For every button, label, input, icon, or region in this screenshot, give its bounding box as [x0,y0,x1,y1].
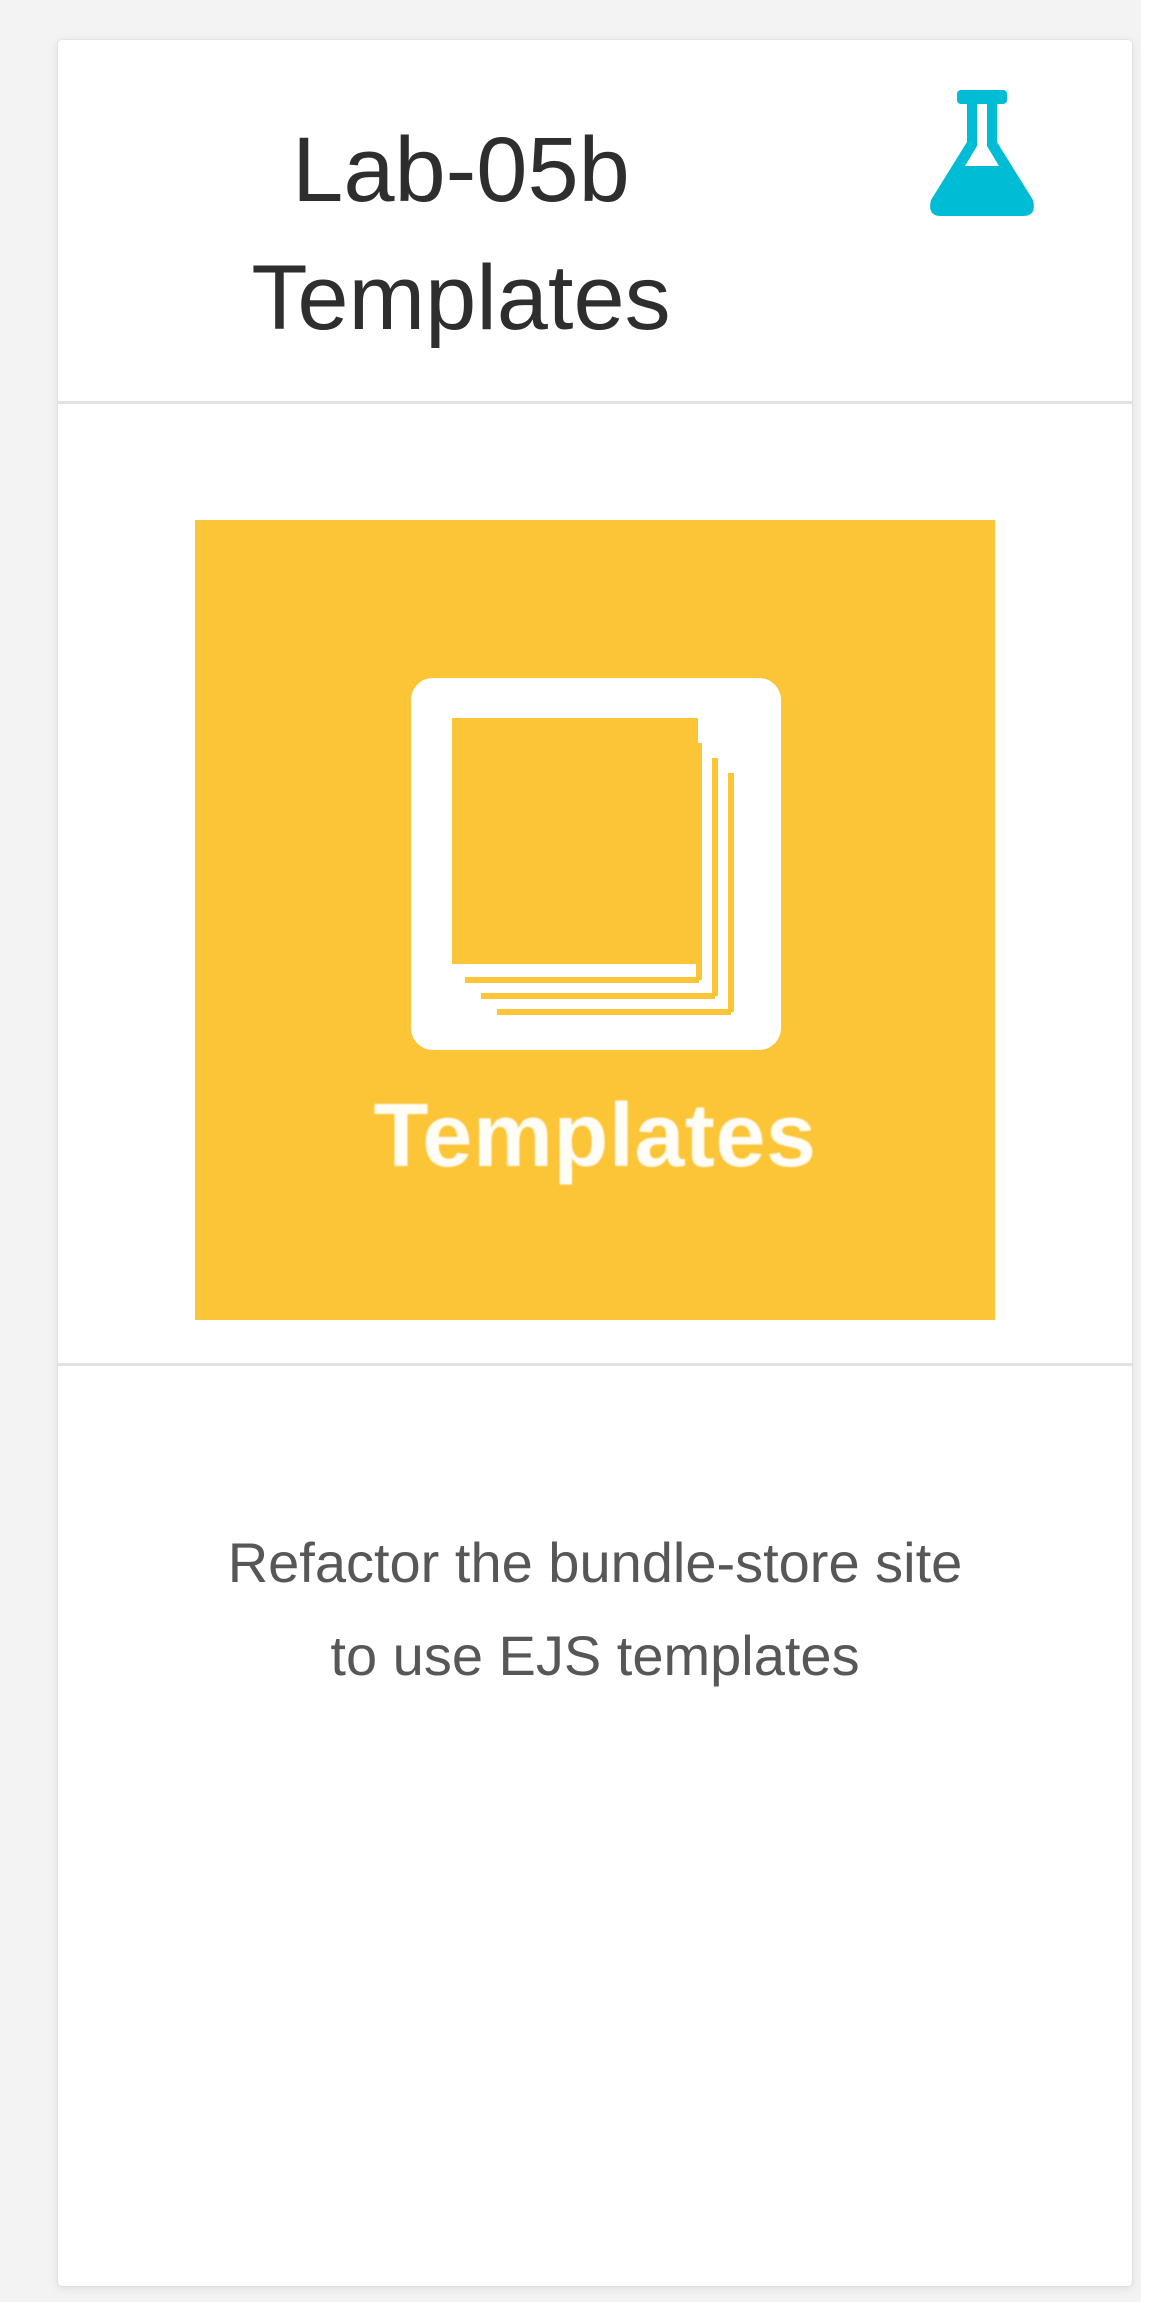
card-description: Refactor the bundle-store site to use EJ… [58,1366,1132,2286]
card-image-section: Templates [58,404,1132,1366]
description-line-2: to use EJS templates [330,1624,860,1687]
flask-icon [927,90,1037,216]
card-title[interactable]: Lab-05b Templates [58,106,864,362]
lab-card[interactable]: Lab-05b Templates Templates Refactor the… [58,40,1132,2286]
card-title-line-2[interactable]: Templates [58,234,864,362]
template-image-label: Templates [373,1086,817,1186]
description-text: Refactor the bundle-store site to use EJ… [148,1516,1042,1702]
stacked-pages-icon [411,678,781,1050]
card-header: Lab-05b Templates [58,40,1132,404]
page-edge [1141,0,1153,2302]
template-image[interactable]: Templates [195,520,995,1320]
description-line-1: Refactor the bundle-store site [227,1531,963,1594]
card-title-line-1[interactable]: Lab-05b [58,106,864,234]
